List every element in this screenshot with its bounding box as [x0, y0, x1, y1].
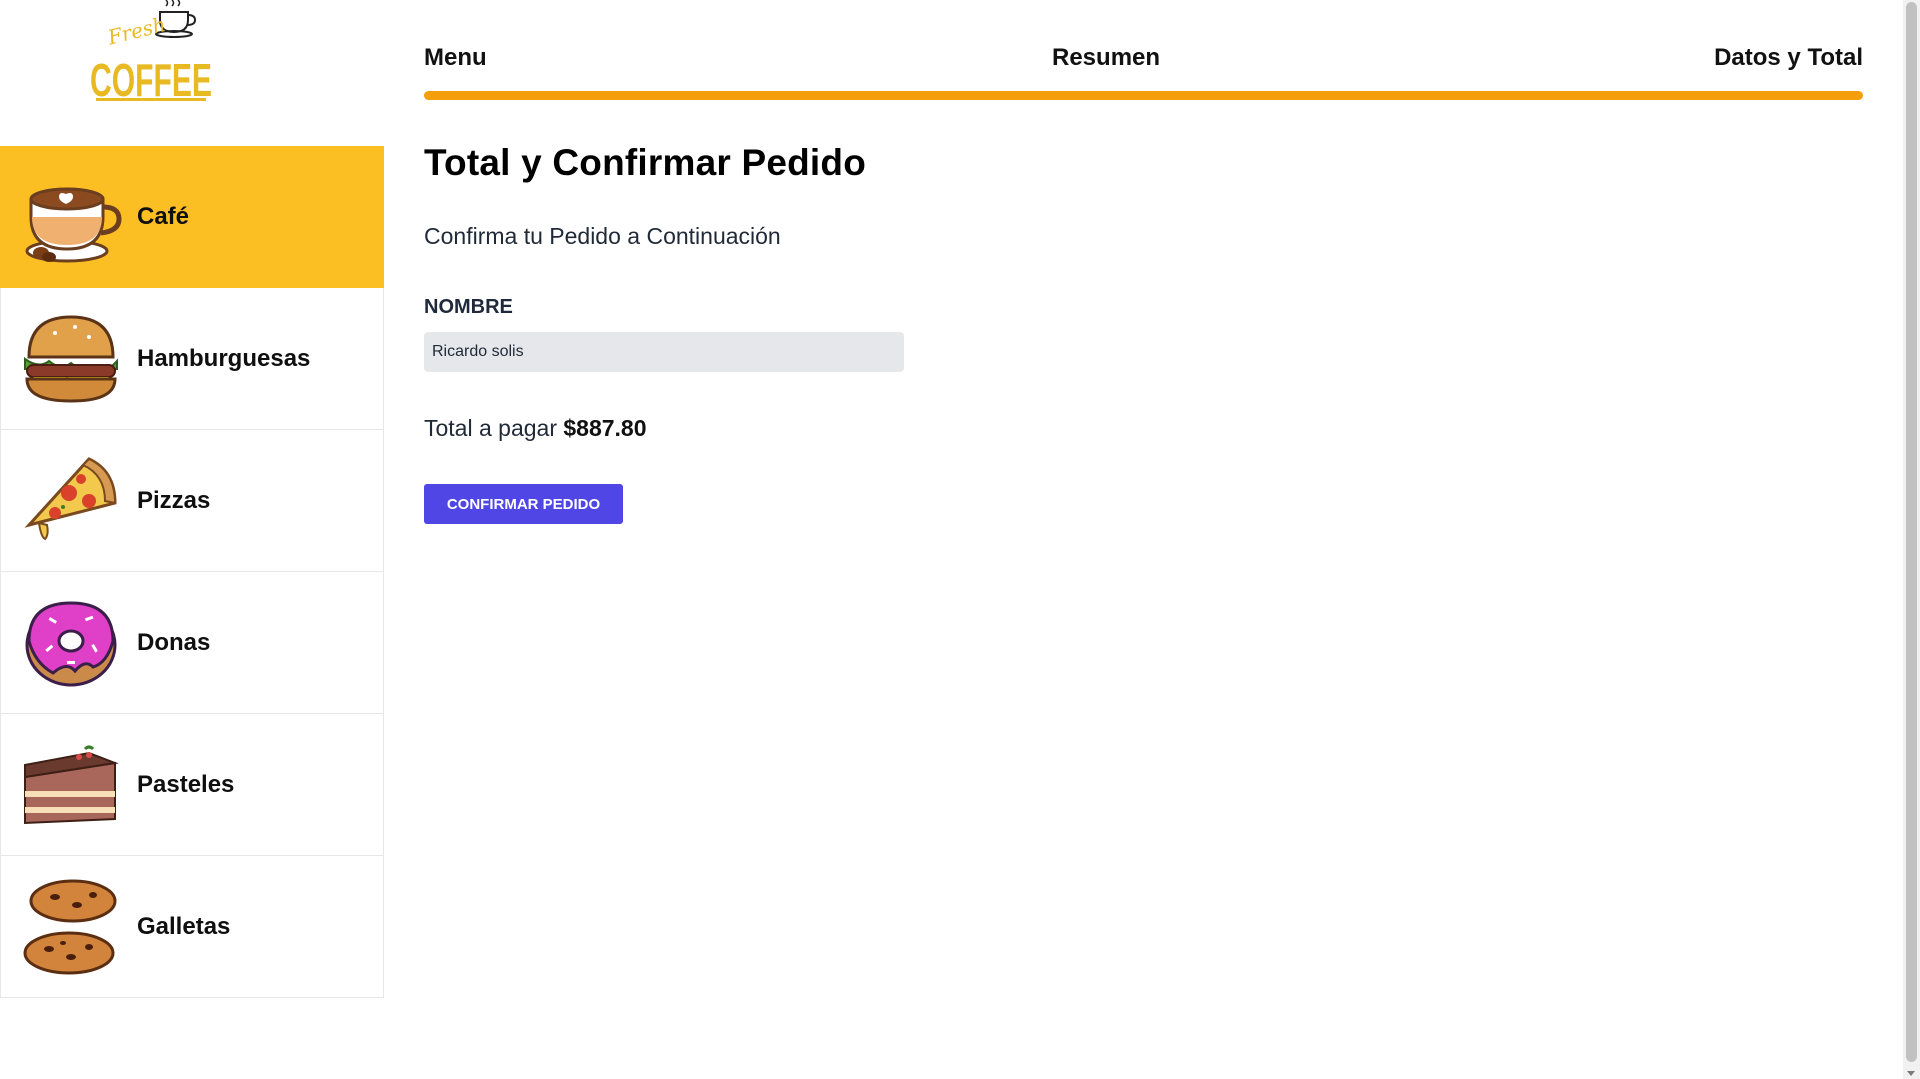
name-field-label: Nombre [424, 296, 513, 318]
sidebar-item-label: Donas [137, 628, 211, 656]
confirm-order-button[interactable]: Confirmar Pedido [424, 484, 623, 524]
step-navigation: Menu Resumen Datos y Total [424, 0, 1863, 100]
sidebar-item-donas[interactable]: Donas [0, 572, 384, 714]
sidebar-item-pasteles[interactable]: Pasteles [0, 714, 384, 856]
donut-icon [19, 591, 123, 695]
fresh-coffee-logo: Fresh COFFEE [88, 0, 216, 106]
scrollbar-thumb[interactable] [1906, 2, 1917, 1062]
sidebar: Fresh COFFEE Café Hamburguesas Pizzas Donas… [0, 0, 384, 1079]
main-content: Menu Resumen Datos y Total Total y Confi… [424, 0, 1864, 524]
scroll-down-arrow-icon[interactable] [1907, 1071, 1915, 1076]
total-to-pay: Total a pagar $887.80 [424, 415, 647, 442]
vertical-scrollbar[interactable] [1903, 0, 1920, 1079]
step-datos-y-total[interactable]: Datos y Total [1714, 44, 1863, 72]
sidebar-item-hamburguesas[interactable]: Hamburguesas [0, 288, 384, 430]
sidebar-item-label: Café [137, 203, 190, 230]
sidebar-item-galletas[interactable]: Galletas [0, 856, 384, 998]
page-title: Total y Confirmar Pedido [424, 142, 866, 183]
progress-bar [424, 91, 1863, 100]
name-input[interactable] [424, 332, 904, 372]
step-resumen[interactable]: Resumen [1052, 44, 1160, 72]
svg-text:Fresh: Fresh [104, 12, 167, 50]
burger-icon [19, 307, 123, 411]
sidebar-item-cafe[interactable]: Café [0, 146, 384, 288]
sidebar-item-label: Pizzas [137, 486, 211, 514]
cake-slice-icon [19, 733, 123, 837]
sidebar-item-label: Galletas [137, 912, 231, 940]
page-subtitle: Confirma tu Pedido a Continuación [424, 223, 781, 249]
total-amount: $887.80 [563, 415, 647, 441]
total-label: Total a pagar [424, 415, 557, 441]
sidebar-item-label: Pasteles [137, 770, 235, 798]
sidebar-item-pizzas[interactable]: Pizzas [0, 430, 384, 572]
svg-text:COFFEE: COFFEE [90, 54, 212, 104]
coffee-cup-icon [19, 165, 123, 269]
cookies-icon [19, 875, 123, 979]
sidebar-item-label: Hamburguesas [137, 344, 311, 372]
category-list: Café Hamburguesas Pizzas Donas Pasteles Galle… [0, 146, 384, 998]
pizza-slice-icon [19, 449, 123, 553]
progress-bar-fill [424, 91, 1863, 100]
step-menu[interactable]: Menu [424, 44, 487, 72]
